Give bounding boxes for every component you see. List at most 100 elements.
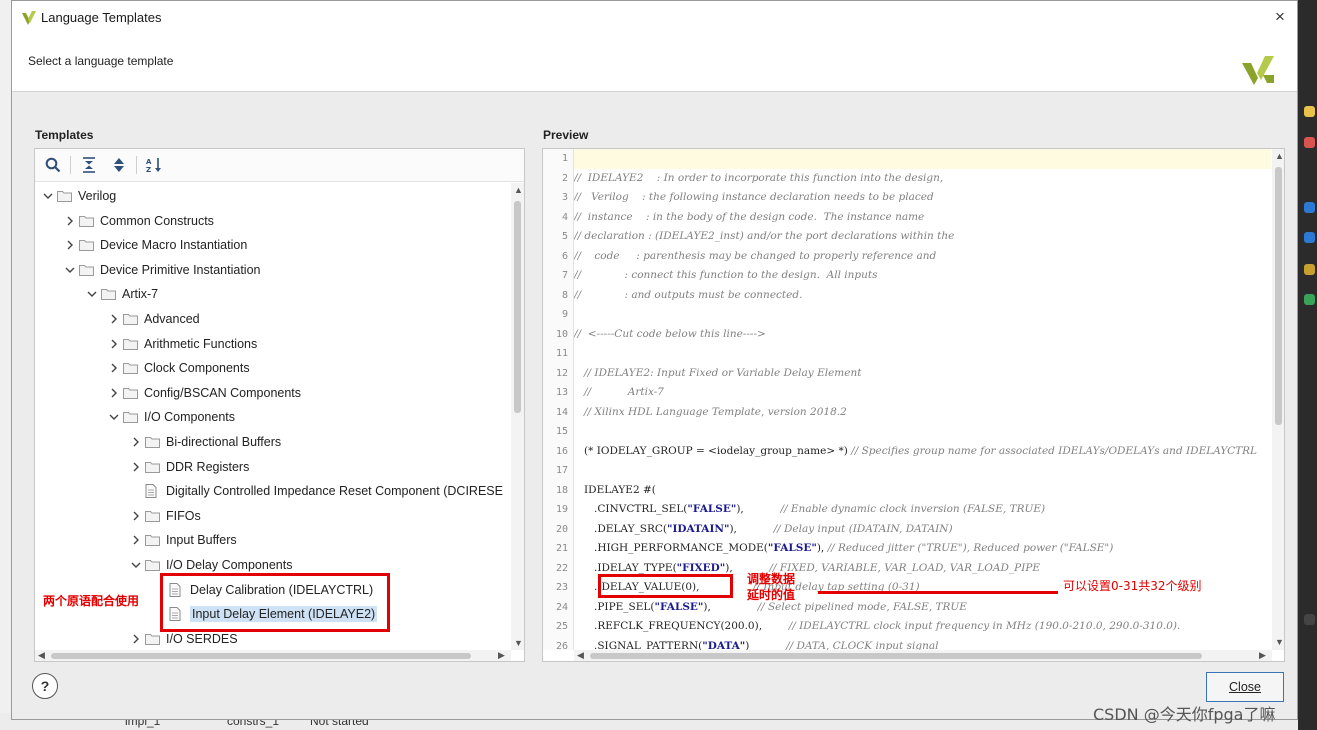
line-number: 13 [555,387,568,398]
chevron-right-icon[interactable] [107,312,121,326]
chevron-down-icon[interactable] [107,410,121,424]
templates-horizontal-scrollbar[interactable]: ◀ ▶ [35,650,511,661]
tree-item[interactable]: FIFOs [129,505,201,527]
folder-icon [123,361,139,375]
chevron-down-icon[interactable] [129,558,143,572]
code-comment: // Specifies group name for associated I… [851,444,1258,457]
scrollbar-thumb[interactable] [590,653,1202,659]
tree-item[interactable]: Common Constructs [63,210,214,232]
preview-label: Preview [543,128,589,142]
folder-icon [145,460,161,474]
scroll-down-icon[interactable]: ▼ [1275,637,1284,647]
code-string: "FALSE" [767,542,817,554]
scroll-down-icon[interactable]: ▼ [514,638,523,648]
close-button[interactable]: Close [1206,672,1284,702]
chevron-right-icon[interactable] [107,361,121,375]
chevron-right-icon[interactable] [129,509,143,523]
screen: impl_1 constrs_1 Not started Language Te… [0,0,1317,730]
folder-icon [145,435,161,449]
code-comment: // declaration : (IDELAYE2_inst) and/or … [574,230,955,242]
code-line: IDELAYE2 #( [574,481,1271,501]
code-comment: // IDELAYE2: Input Fixed or Variable Del… [574,366,862,379]
chevron-right-icon[interactable] [129,460,143,474]
tree-item-label: I/O Components [144,410,236,425]
chevron-right-icon[interactable] [107,337,121,351]
preview-horizontal-scrollbar[interactable]: ◀ ▶ [574,650,1272,661]
folder-icon [123,312,139,326]
annotation-box-templates [160,573,390,632]
close-icon[interactable]: × [1271,8,1289,26]
scroll-left-icon[interactable]: ◀ [38,650,45,661]
chevron-right-icon[interactable] [129,435,143,449]
chevron-down-icon[interactable] [85,287,99,301]
templates-toolbar: AZ [35,149,524,182]
code-string: "DATA" [702,639,746,651]
code-line: .HIGH_PERFORMANCE_MODE("FALSE"), // Redu… [574,539,1271,559]
tree-item-label: I/O Delay Components [166,558,293,572]
chevron-right-icon[interactable] [63,214,77,228]
folder-icon [123,410,139,424]
chevron-right-icon[interactable] [107,386,121,400]
code-line: // IDELAYE2: Input Fixed or Variable Del… [574,364,1271,384]
folder-icon [79,238,95,252]
scrollbar-thumb[interactable] [51,653,471,659]
line-number: 26 [555,640,568,652]
line-number: 19 [555,504,568,515]
file-icon [145,484,161,499]
line-number: 15 [555,426,568,437]
tree-item[interactable]: Config/BSCAN Components [107,382,301,404]
tree-item[interactable]: Input Buffers [129,529,237,551]
line-number: 11 [555,348,568,359]
folder-icon [145,558,161,572]
sort-icon[interactable]: AZ [143,154,167,176]
chevron-down-icon[interactable] [63,263,77,277]
scrollbar-thumb[interactable] [514,201,521,413]
expand-all-icon[interactable] [107,154,131,176]
tree-item[interactable]: Advanced [107,308,200,330]
code-comment: // Delay input (IDATAIN, DATAIN) [773,522,953,535]
vivado-logo-icon [1242,56,1274,85]
tree-item-label: Verilog [78,189,117,203]
code-line: // : connect this function to the design… [574,266,1271,286]
code-line: // IDELAYE2 : In order to incorporate th… [574,169,1271,189]
tree-item-label: Device Macro Instantiation [100,238,248,253]
templates-vertical-scrollbar[interactable]: ▲ ▼ [511,183,524,650]
chevron-right-icon[interactable] [129,632,143,646]
search-icon[interactable] [41,154,65,176]
line-number: 18 [555,484,568,496]
tree-item[interactable]: Bi-directional Buffers [129,431,281,453]
chevron-right-icon[interactable] [129,533,143,547]
collapse-all-icon[interactable] [77,154,101,176]
window-title: Language Templates [41,10,162,25]
tree-item[interactable]: DDR Registers [129,456,249,478]
code-string: "FALSE" [654,600,704,613]
scrollbar-thumb[interactable] [1275,167,1282,425]
templates-label: Templates [35,128,94,142]
tree-item-label: Digitally Controlled Impedance Reset Com… [166,484,503,499]
scroll-up-icon[interactable]: ▲ [514,185,523,195]
tree-item[interactable]: Arithmetic Functions [107,333,257,355]
scroll-right-icon[interactable]: ▶ [1259,650,1266,661]
chevron-down-icon[interactable] [41,189,55,203]
code-line: (* IODELAY_GROUP = <iodelay_group_name> … [574,442,1271,462]
tree-item[interactable]: Device Primitive Instantiation [63,259,260,281]
chevron-right-icon[interactable] [63,238,77,252]
tree-item[interactable]: Clock Components [107,357,250,379]
tree-item[interactable]: Digitally Controlled Impedance Reset Com… [129,480,503,502]
code-text: .PIPE_SEL( [574,600,655,613]
tree-item[interactable]: Artix-7 [85,283,158,305]
tree-item[interactable]: Device Macro Instantiation [63,234,247,256]
help-button[interactable]: ? [32,673,58,699]
tree-item[interactable]: I/O Components [107,406,235,428]
tree-item[interactable]: Verilog [41,185,116,207]
code-text: IDELAYE2 #( [574,483,656,496]
scroll-up-icon[interactable]: ▲ [1275,151,1284,161]
preview-vertical-scrollbar[interactable]: ▲ ▼ [1272,149,1284,650]
code-line: // Artix-7 [574,383,1271,403]
code-string: "FIXED" [676,561,726,574]
svg-text:Z: Z [146,166,151,173]
scroll-left-icon[interactable]: ◀ [577,650,584,661]
scroll-right-icon[interactable]: ▶ [498,650,505,661]
line-number-gutter: 1 2 3 4 5 6 7 8 9 10 11 12 13 14 15 16 17 18 19 20 21 22 23 24 2… [543,149,574,652]
